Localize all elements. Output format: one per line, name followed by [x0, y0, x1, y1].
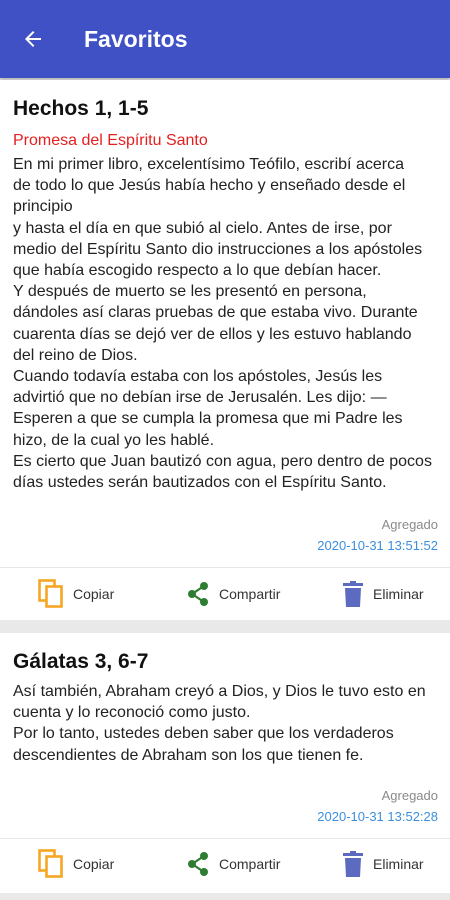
arrow-left-icon — [25, 31, 41, 47]
favorite-card: Hechos 1, 1-5 Promesa del Espíritu Santo… — [0, 80, 450, 620]
share-label: Compartir — [219, 586, 281, 602]
copy-button[interactable]: Copiar — [38, 574, 114, 614]
verse-text[interactable]: En mi primer libro, excelentísimo Teófil… — [13, 154, 443, 493]
verse-reference: Hechos 1, 1-5 — [13, 97, 149, 120]
added-label: Agregado — [381, 517, 438, 532]
divider — [0, 567, 450, 568]
verse-text[interactable]: Así también, Abraham creyó a Dios, y Dio… — [13, 681, 443, 766]
share-label: Compartir — [219, 856, 281, 872]
copy-button[interactable]: Copiar — [38, 844, 114, 884]
delete-label: Eliminar — [373, 856, 424, 872]
delete-label: Eliminar — [373, 586, 424, 602]
page-title: Favoritos — [84, 25, 188, 52]
added-date: 2020-10-31 13:52:28 — [317, 809, 438, 824]
back-button[interactable] — [0, 0, 66, 78]
favorite-card: Gálatas 3, 6-7 Así también, Abraham crey… — [0, 633, 450, 893]
added-date: 2020-10-31 13:51:52 — [317, 538, 438, 553]
delete-button[interactable]: Eliminar — [342, 574, 424, 614]
trash-icon — [343, 581, 363, 607]
app-bar: Favoritos — [0, 0, 450, 78]
verse-subtitle: Promesa del Espíritu Santo — [13, 132, 208, 149]
trash-icon — [343, 851, 363, 877]
verse-reference: Gálatas 3, 6-7 — [13, 650, 149, 673]
share-button[interactable]: Compartir — [186, 574, 280, 614]
copy-label: Copiar — [73, 586, 115, 602]
added-label: Agregado — [381, 788, 438, 803]
divider — [0, 838, 450, 839]
delete-button[interactable]: Eliminar — [342, 844, 424, 884]
copy-label: Copiar — [73, 856, 115, 872]
copy-icon — [38, 579, 63, 608]
copy-icon — [38, 849, 63, 878]
share-icon — [188, 852, 208, 876]
share-button[interactable]: Compartir — [186, 844, 280, 884]
share-icon — [188, 582, 208, 606]
